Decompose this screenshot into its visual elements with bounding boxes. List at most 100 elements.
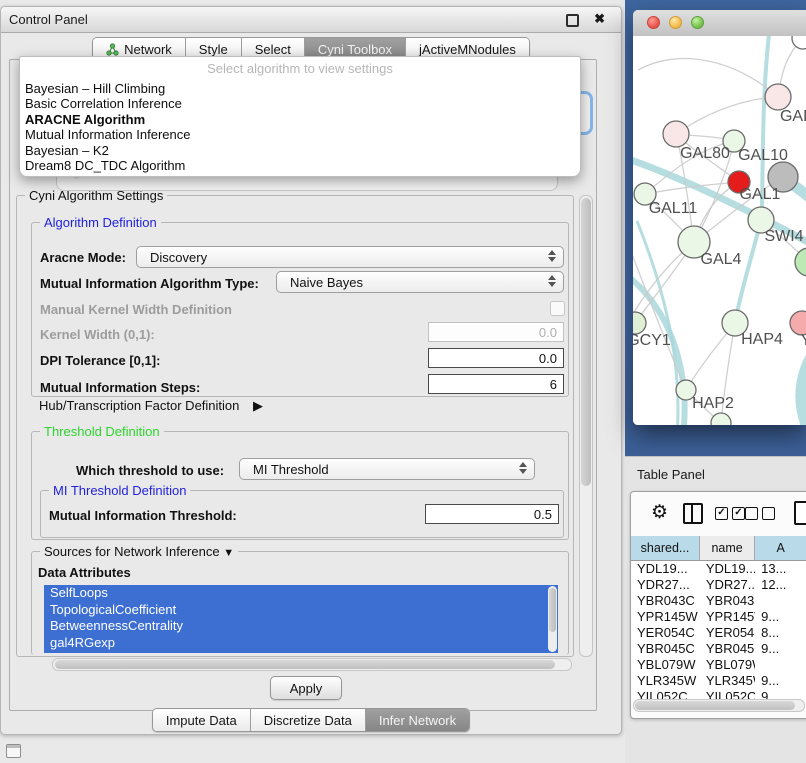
table-cell: YBR045C — [700, 641, 755, 657]
network-canvas[interactable]: GALGAL80GAL10GAL1GAL11GAL4SWI4GCY1HAP4YH… — [633, 36, 806, 425]
close-traffic-light[interactable] — [647, 16, 660, 29]
minimize-traffic-light[interactable] — [669, 16, 682, 29]
zoom-traffic-light[interactable] — [691, 16, 704, 29]
attribute-item-selfloops[interactable]: SelfLoops — [44, 585, 558, 602]
table-toolbar: ⚙ ✓✓ — [631, 492, 806, 537]
network-node[interactable] — [711, 413, 731, 425]
attributes-vertical-scrollbar[interactable] — [548, 586, 557, 652]
network-node-swi4[interactable] — [795, 248, 806, 276]
aracne-mode-combobox[interactable]: Discovery — [136, 246, 564, 268]
tab-label: Style — [199, 42, 228, 57]
dropdown-item-basic-correlation-inference[interactable]: Basic Correlation Inference — [20, 96, 580, 111]
table-cell: YLR345W — [631, 673, 700, 689]
dropdown-item-bayesian-k2[interactable]: Bayesian – K2 — [20, 143, 580, 158]
mi-threshold-group: MI Threshold Definition Mutual Informati… — [40, 490, 564, 538]
mi-threshold-field[interactable]: 0.5 — [425, 504, 559, 524]
table-row[interactable]: YBR045CYBR045C9... — [631, 641, 806, 657]
settings-gear-icon[interactable]: ⚙ — [651, 503, 668, 522]
node-label-gal1: GAL1 — [740, 186, 781, 203]
node-label-gal11: GAL11 — [649, 200, 698, 217]
stepper-arrows-icon — [548, 275, 556, 287]
tab-infer-network[interactable]: Infer Network — [366, 709, 469, 731]
network-node[interactable] — [792, 36, 806, 49]
which-threshold-combobox[interactable]: MI Threshold — [239, 458, 535, 480]
table-row[interactable]: YBR043CYBR043C — [631, 593, 806, 609]
network-edge[interactable] — [638, 59, 778, 97]
which-threshold-value: MI Threshold — [253, 462, 329, 477]
data-attributes-label: Data Attributes — [38, 565, 131, 580]
table-row[interactable]: YLR345WYLR345W9... — [631, 673, 806, 689]
deselect-all-checkboxes-icon[interactable] — [745, 507, 775, 520]
scrollbar-thumb[interactable] — [549, 588, 556, 632]
table-cell: YER054C — [700, 625, 755, 641]
minimized-window-icon[interactable] — [6, 744, 21, 758]
network-node-gal[interactable] — [765, 84, 791, 110]
hub-definition-expander[interactable]: Hub/Transcription Factor Definition ▶ — [39, 398, 263, 414]
table-row[interactable]: YBL079WYBL079W — [631, 657, 806, 673]
table-cell: YDL19... — [631, 561, 700, 577]
vertical-scrollbar[interactable] — [579, 195, 593, 657]
table-cell: YPR145W — [631, 609, 700, 625]
network-view-window[interactable]: GALGAL80GAL10GAL1GAL11GAL4SWI4GCY1HAP4YH… — [633, 10, 806, 425]
aracne-mode-value: Discovery — [150, 250, 207, 265]
cyni-algorithm-settings-group: Cyni Algorithm Settings Algorithm Defini… — [16, 195, 574, 657]
node-label-hap4: HAP4 — [741, 331, 783, 348]
table-row[interactable]: YDR27...YDR27...12... — [631, 577, 806, 593]
attribute-item-betweennesscentrality[interactable]: BetweennessCentrality — [44, 618, 558, 635]
column-header-a[interactable]: A — [755, 536, 806, 560]
sources-group-title[interactable]: Sources for Network Inference ▼ — [40, 544, 238, 561]
node-label-swi4: SWI4 — [764, 228, 803, 245]
table-panel: Table Panel ⚙ ✓✓ shared...nameA YDL19...… — [625, 456, 806, 763]
dropdown-item-bayesian-hill-climbing[interactable]: Bayesian – Hill Climbing — [20, 81, 580, 96]
column-layout-icon[interactable] — [683, 503, 703, 524]
table-cell: YBR045C — [631, 641, 700, 657]
apply-button[interactable]: Apply — [270, 676, 342, 700]
tab-discretize-data[interactable]: Discretize Data — [251, 709, 366, 731]
sources-title-text: Sources for Network Inference — [44, 544, 220, 559]
which-threshold-label: Which threshold to use: — [76, 463, 224, 478]
node-label-y: Y — [801, 332, 806, 349]
attribute-item-gal4rgexp[interactable]: gal4RGexp — [44, 635, 558, 652]
tab-label: Impute Data — [166, 713, 237, 728]
network-node-gcy1[interactable] — [633, 312, 646, 334]
scrollbar-thumb[interactable] — [635, 701, 795, 710]
new-table-file-icon[interactable] — [794, 501, 806, 525]
dpi-tolerance-field[interactable]: 0.0 — [428, 348, 564, 368]
table-cell: YDR27... — [700, 577, 755, 593]
horizontal-scrollbar[interactable] — [52, 658, 572, 671]
column-header-name[interactable]: name — [700, 536, 755, 560]
network-window-titlebar[interactable] — [633, 10, 806, 37]
table-cell: YLR345W — [700, 673, 755, 689]
table-cell: YER054C — [631, 625, 700, 641]
dpi-tolerance-label: DPI Tolerance [0,1]: — [40, 353, 160, 368]
table-row[interactable]: YDL19...YDL19...13... — [631, 561, 806, 577]
node-label-gal4: GAL4 — [701, 251, 742, 268]
network-edge[interactable] — [735, 220, 761, 323]
dropdown-item-aracne-algorithm[interactable]: ARACNE Algorithm — [20, 112, 580, 127]
node-label-gal: GAL — [780, 108, 806, 125]
mi-steps-field[interactable]: 6 — [428, 374, 564, 394]
scrollbar-thumb[interactable] — [581, 198, 591, 486]
tab-impute-data[interactable]: Impute Data — [153, 709, 251, 731]
network-node-gal80[interactable] — [663, 121, 689, 147]
float-window-icon[interactable] — [566, 14, 579, 27]
scrollbar-thumb[interactable] — [55, 660, 555, 669]
tab-label: jActiveMNodules — [419, 42, 516, 57]
close-icon[interactable]: ✖ — [594, 11, 605, 27]
desktop-background: GALGAL80GAL10GAL1GAL11GAL4SWI4GCY1HAP4YH… — [625, 0, 806, 456]
mi-algorithm-type-combobox[interactable]: Naive Bayes — [276, 271, 564, 293]
select-all-checkboxes-icon[interactable]: ✓✓ — [715, 507, 745, 520]
data-attributes-list[interactable]: SelfLoopsTopologicalCoefficientBetweenne… — [44, 585, 558, 653]
mi-algorithm-type-label: Mutual Information Algorithm Type: — [40, 276, 259, 291]
manual-kernel-width-checkbox — [550, 301, 565, 316]
table-cell: YDL19... — [700, 561, 755, 577]
column-header-shared[interactable]: shared... — [631, 536, 700, 560]
tab-label: Infer Network — [379, 713, 456, 728]
table-horizontal-scrollbar[interactable] — [633, 699, 805, 712]
table-row[interactable]: YER054CYER054C8... — [631, 625, 806, 641]
attribute-item-topologicalcoefficient[interactable]: TopologicalCoefficient — [44, 602, 558, 619]
dropdown-item-dream8-dc-tdc-algorithm[interactable]: Dream8 DC_TDC Algorithm — [20, 158, 580, 173]
control-panel-title: Control Panel — [9, 12, 88, 27]
dropdown-item-mutual-information-inference[interactable]: Mutual Information Inference — [20, 127, 580, 142]
table-row[interactable]: YPR145WYPR145W9... — [631, 609, 806, 625]
